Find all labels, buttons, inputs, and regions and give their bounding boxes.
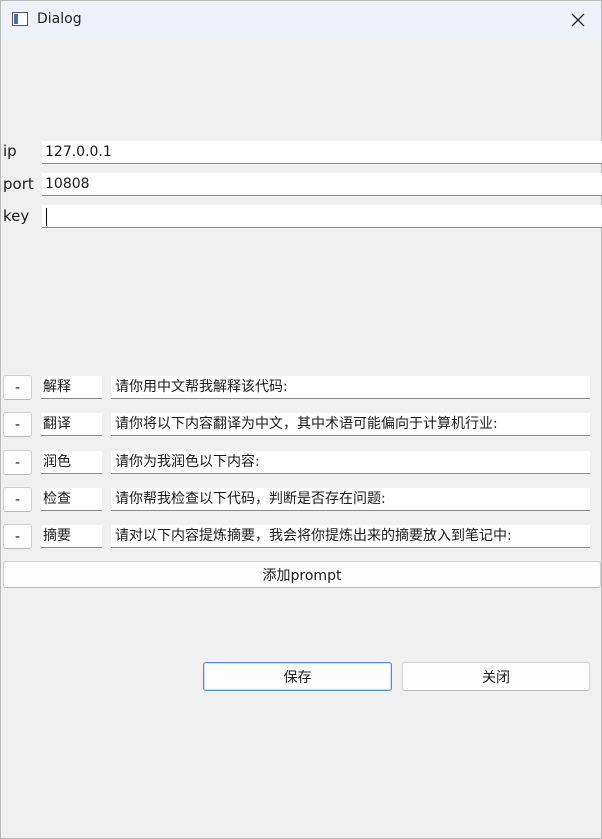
ip-input[interactable] — [42, 141, 602, 164]
prompt-name-input[interactable]: 解释 — [41, 376, 102, 399]
prompt-name-input[interactable]: 润色 — [41, 451, 102, 474]
prompt-text-input[interactable]: 请你帮我检查以下代码，判断是否存在问题: — [111, 488, 590, 511]
remove-prompt-button[interactable]: - — [3, 524, 32, 549]
prompt-row: - 摘要 请对以下内容提炼摘要，我会将你提炼出来的摘要放入到笔记中: — [1, 524, 602, 550]
window-close-button[interactable] — [555, 1, 601, 39]
prompt-row: - 润色 请你为我润色以下内容: — [1, 450, 602, 476]
prompt-text-input[interactable]: 请对以下内容提炼摘要，我会将你提炼出来的摘要放入到笔记中: — [111, 525, 590, 548]
save-button[interactable]: 保存 — [203, 662, 392, 691]
close-button[interactable]: 关闭 — [402, 662, 590, 691]
ip-label: ip — [3, 142, 17, 160]
dialog-window: Dialog ip port key - 解释 请你用中文帮我解释该代码: - … — [0, 0, 602, 839]
prompt-text-input[interactable]: 请你将以下内容翻译为中文，其中术语可能偏向于计算机行业: — [111, 413, 590, 436]
remove-prompt-button[interactable]: - — [3, 375, 32, 400]
prompt-name-input[interactable]: 摘要 — [41, 525, 102, 548]
prompt-row: - 检查 请你帮我检查以下代码，判断是否存在问题: — [1, 487, 602, 513]
title-bar: Dialog — [1, 1, 601, 39]
window-title: Dialog — [37, 11, 82, 27]
prompt-text-input[interactable]: 请你用中文帮我解释该代码: — [111, 376, 590, 399]
close-icon — [571, 13, 585, 27]
prompt-name-input[interactable]: 翻译 — [41, 413, 102, 436]
add-prompt-button[interactable]: 添加prompt — [3, 561, 601, 588]
prompt-text-input[interactable]: 请你为我润色以下内容: — [111, 451, 590, 474]
prompt-row: - 翻译 请你将以下内容翻译为中文，其中术语可能偏向于计算机行业: — [1, 412, 602, 438]
remove-prompt-button[interactable]: - — [3, 487, 32, 512]
port-label: port — [3, 175, 34, 193]
remove-prompt-button[interactable]: - — [3, 450, 32, 475]
remove-prompt-button[interactable]: - — [3, 412, 32, 437]
key-input[interactable] — [42, 205, 602, 228]
app-window-icon — [12, 12, 28, 26]
port-input[interactable] — [42, 173, 602, 196]
prompt-row: - 解释 请你用中文帮我解释该代码: — [1, 375, 602, 401]
text-caret — [46, 208, 47, 226]
key-label: key — [3, 207, 30, 225]
prompt-name-input[interactable]: 检查 — [41, 488, 102, 511]
